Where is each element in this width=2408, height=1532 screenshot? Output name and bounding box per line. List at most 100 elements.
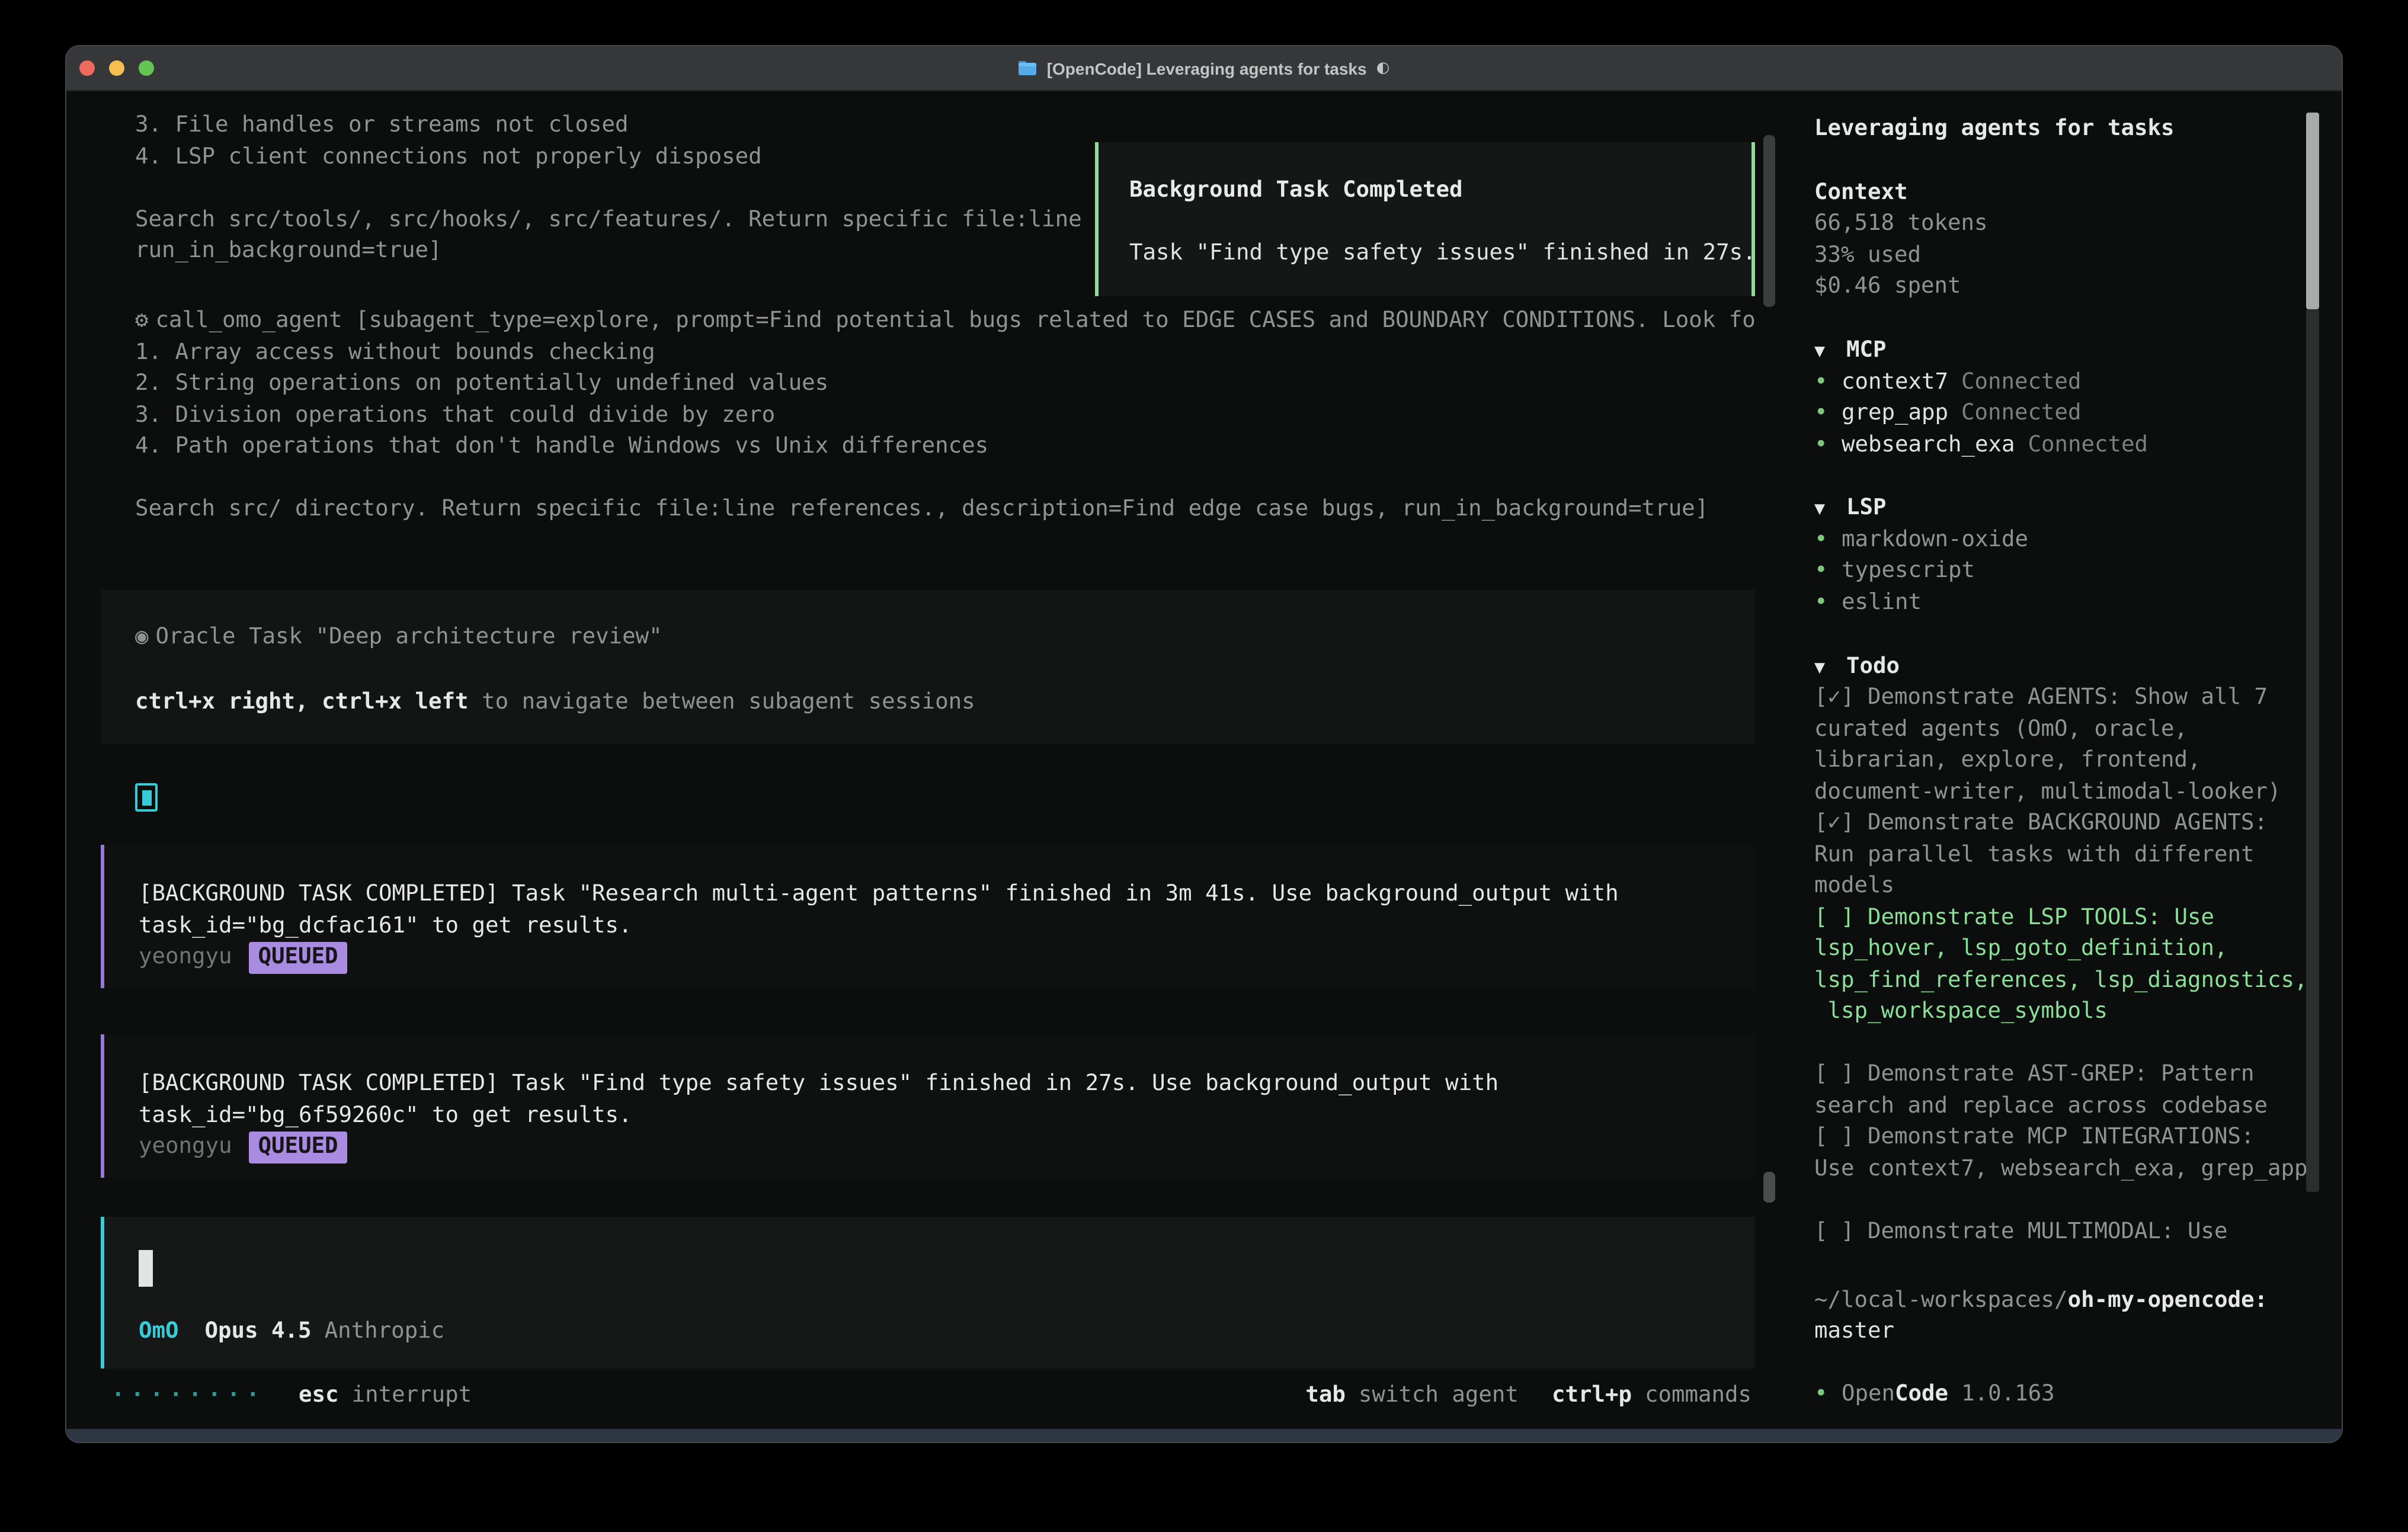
input-model-name: Opus 4.5 <box>205 1319 312 1344</box>
tool-call-text: call_omo_agent [subagent_type=explore, p… <box>156 308 1755 333</box>
status-bar-left: ········ esc interrupt <box>111 1380 472 1412</box>
oracle-hint-line: ctrl+x right, ctrl+x left to navigate be… <box>135 687 1723 719</box>
todo-line: search and replace across codebase <box>1814 1091 2312 1122</box>
tab-key-hint: tab <box>1305 1381 1346 1412</box>
tab-key-label: switch agent <box>1359 1381 1519 1412</box>
oracle-title: Oracle Task "Deep architecture review" <box>156 624 662 649</box>
bullet-icon: • <box>1814 524 1842 556</box>
subagent-icon: ◉ <box>135 624 149 649</box>
todo-line: [✓] Demonstrate AGENTS: Show all 7 <box>1814 682 2312 714</box>
card-meta-row: yeongyu QUEUED <box>139 942 348 974</box>
background-task-toast: Background Task Completed Task "Find typ… <box>1095 142 1755 296</box>
window-bottom-edge <box>66 1429 2342 1442</box>
session-title: Leveraging agents for tasks <box>1814 114 2312 145</box>
title-bar[interactable]: [OpenCode] Leveraging agents for tasks ◐ <box>66 46 2342 91</box>
sidebar-scrollbar-track[interactable] <box>2306 309 2319 1192</box>
tool-call-line <box>135 463 1755 494</box>
mcp-item: •grep_appConnected <box>1814 398 2312 430</box>
todo-line: models <box>1814 871 2312 902</box>
mcp-header: ▼MCP <box>1814 335 2312 367</box>
message-card: [BACKGROUND TASK COMPLETED] Task "Resear… <box>101 845 1755 988</box>
version-row: •OpenCode1.0.163 <box>1814 1379 2312 1411</box>
card-author: yeongyu <box>139 944 232 969</box>
ctrlp-key-hint: ctrl+p <box>1552 1381 1632 1412</box>
gear-icon: ⚙ <box>135 308 149 333</box>
context-spent: $0.46 spent <box>1814 271 2312 303</box>
status-bar-right: tab switch agent ctrl+p commands <box>1305 1380 1751 1412</box>
collapse-arrow-icon: ▼ <box>1814 493 1846 524</box>
todo-line-active: [ ] Demonstrate LSP TOOLS: Use <box>1814 902 2312 934</box>
main-scrollbar-thumb[interactable] <box>1763 135 1775 307</box>
text-cursor <box>139 1250 152 1287</box>
ctrlp-key-label: commands <box>1645 1381 1751 1412</box>
card-text-line: task_id="bg_dcfac161" to get results. <box>139 911 1747 942</box>
oracle-hint-text: to navigate between subagent sessions <box>469 690 975 714</box>
todo-line: [ ] Demonstrate MULTIMODAL: Use <box>1814 1216 2312 1248</box>
bullet-icon: • <box>1814 430 1842 461</box>
toast-body: Task "Find type safety issues" finished … <box>1129 238 1756 270</box>
close-button[interactable] <box>79 60 95 76</box>
collapse-arrow-icon: ▼ <box>1814 651 1846 682</box>
bullet-icon: • <box>1814 587 1842 618</box>
esc-key-label: interrupt <box>352 1381 472 1412</box>
agent-row: OmO·claude-opus-4-5 <box>175 782 886 813</box>
todo-line: curated agents (OmO, oracle, <box>1814 714 2312 745</box>
input-agent-name: OmO <box>139 1319 179 1344</box>
scrollback-line: 3. File handles or streams not closed <box>135 110 1755 142</box>
todo-line: [✓] Demonstrate BACKGROUND AGENTS: <box>1814 808 2312 839</box>
opencode-window: [OpenCode] Leveraging agents for tasks ◐… <box>65 45 2343 1443</box>
minimize-button[interactable] <box>109 60 124 76</box>
context-tokens: 66,518 tokens <box>1814 209 2312 240</box>
card-text-line: [BACKGROUND TASK COMPLETED] Task "Resear… <box>139 879 1747 911</box>
bullet-icon: • <box>1814 1379 1842 1411</box>
lsp-item: •markdown-oxide <box>1814 524 2312 556</box>
main-scrollbar-thumb[interactable] <box>1763 1172 1775 1203</box>
oracle-title-line: ◉ Oracle Task "Deep architecture review" <box>135 622 1723 653</box>
card-text-line: [BACKGROUND TASK COMPLETED] Task "Find t… <box>139 1069 1747 1100</box>
tool-call-line: 2. String operations on potentially unde… <box>135 368 1755 400</box>
zoom-button[interactable] <box>139 60 154 76</box>
oracle-hint-keys: ctrl+x right, ctrl+x left <box>135 690 469 714</box>
mcp-item: •context7Connected <box>1814 367 2312 398</box>
desktop: [OpenCode] Leveraging agents for tasks ◐… <box>0 0 2408 1532</box>
lsp-item: •eslint <box>1814 587 2312 618</box>
oracle-task-box: ◉Oracle Task "Deep architecture review" … <box>101 590 1755 744</box>
todo-line: [ ] Demonstrate AST-GREP: Pattern <box>1814 1059 2312 1091</box>
card-meta-row: yeongyu QUEUED <box>139 1132 348 1164</box>
todo-header: ▼Todo <box>1814 651 2312 682</box>
sidebar: Leveraging agents for tasks Context 66,5… <box>1814 114 2312 1411</box>
todo-line-active: lsp_find_references, lsp_diagnostics, <box>1814 965 2312 996</box>
card-author: yeongyu <box>139 1134 232 1159</box>
omo-agent-icon <box>135 783 158 812</box>
status-badge: QUEUED <box>249 942 348 973</box>
todo-line: document-writer, multimodal-looker) <box>1814 777 2312 808</box>
folder-icon <box>1019 60 1038 76</box>
todo-line: [ ] Demonstrate MCP INTEGRATIONS: <box>1814 1122 2312 1153</box>
context-header: Context <box>1814 177 2312 209</box>
bullet-icon: • <box>1814 556 1842 587</box>
session-indicator-icon: ◐ <box>1376 59 1390 77</box>
tool-call-line: ⚙ call_omo_agent [subagent_type=explore, … <box>135 306 1755 337</box>
spinner-dots-icon: ········ <box>111 1381 265 1412</box>
todo-line-active: lsp_workspace_symbols <box>1814 996 2312 1028</box>
workspace-path: ~/local-workspaces/oh-my-opencode: <box>1814 1285 2312 1316</box>
context-used: 33% used <box>1814 240 2312 271</box>
tool-call-line: 3. Division operations that could divide… <box>135 400 1755 431</box>
tool-call-block: ⚙ call_omo_agent [subagent_type=explore, … <box>135 306 1755 525</box>
tool-call-line: Search src/ directory. Return specific f… <box>135 494 1755 525</box>
git-branch: master <box>1814 1316 2312 1348</box>
bullet-icon: • <box>1814 398 1842 430</box>
esc-key-hint: esc <box>299 1381 339 1412</box>
input-provider-name: Anthropic <box>325 1319 445 1344</box>
model-row: OmO Opus 4.5 Anthropic <box>139 1316 444 1348</box>
sidebar-scrollbar-thumb[interactable] <box>2306 113 2319 309</box>
tool-call-line: 4. Path operations that don't handle Win… <box>135 431 1755 463</box>
status-badge: QUEUED <box>249 1132 348 1163</box>
lsp-header: ▼LSP <box>1814 493 2312 524</box>
todo-line: librarian, explore, frontend, <box>1814 745 2312 777</box>
message-card: [BACKGROUND TASK COMPLETED] Task "Find t… <box>101 1034 1755 1178</box>
version-number: 1.0.163 <box>1961 1382 2055 1406</box>
prompt-input[interactable]: OmO Opus 4.5 Anthropic <box>101 1217 1755 1368</box>
todo-line-active: lsp_hover, lsp_goto_definition, <box>1814 934 2312 965</box>
window-title: [OpenCode] Leveraging agents for tasks <box>1047 59 1367 78</box>
